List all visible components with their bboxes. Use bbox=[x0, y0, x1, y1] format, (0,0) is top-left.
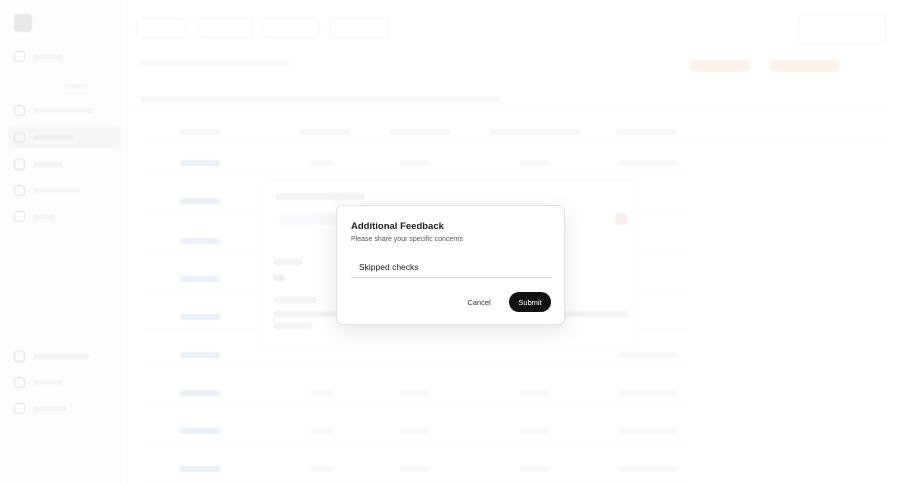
dialog-subtitle: Please share your specific concerns bbox=[351, 236, 464, 243]
feedback-dialog: Additional Feedback Please share your sp… bbox=[336, 205, 565, 325]
feedback-input[interactable] bbox=[351, 256, 551, 278]
cancel-button[interactable]: Cancel bbox=[459, 293, 499, 311]
submit-button[interactable]: Submit bbox=[509, 292, 551, 312]
dialog-title: Additional Feedback bbox=[351, 221, 444, 232]
